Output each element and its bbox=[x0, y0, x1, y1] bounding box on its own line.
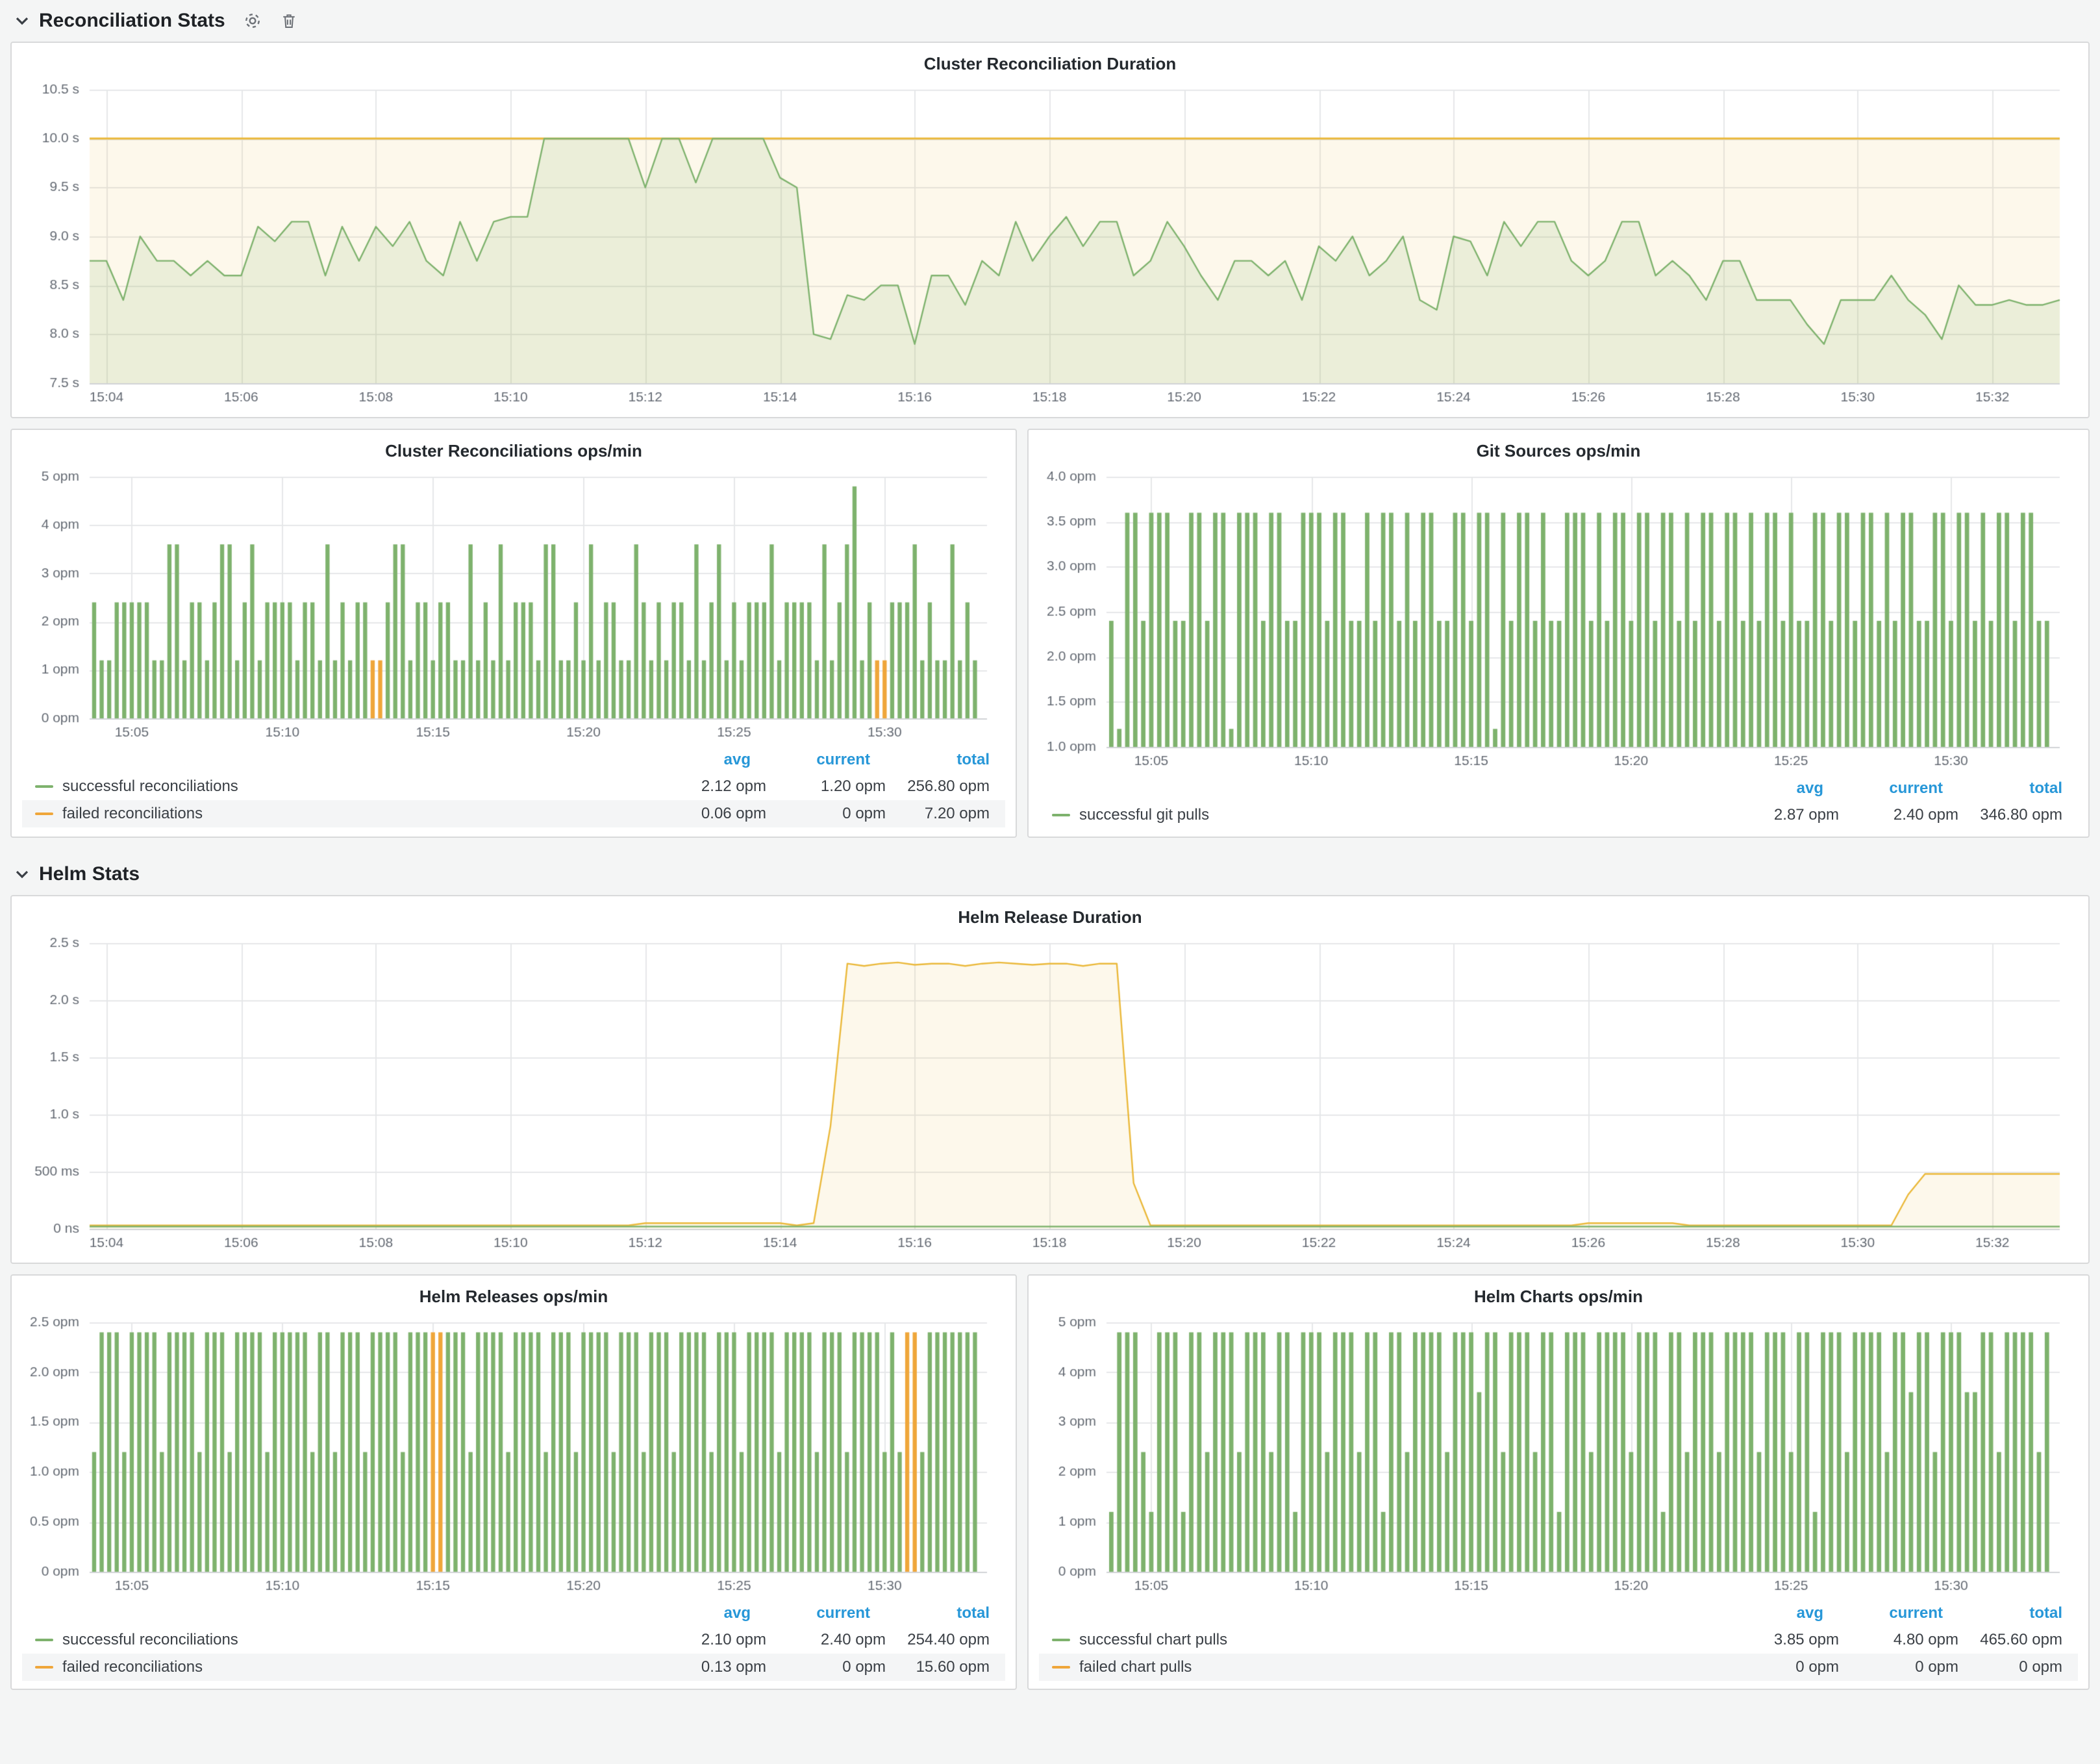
panel-helm-charts-ops: Helm Charts ops/min avg current total su… bbox=[1027, 1274, 2090, 1690]
panel-helm-release-duration: Helm Release Duration bbox=[10, 895, 2090, 1264]
series-color-icon bbox=[1052, 814, 1070, 816]
panel-helm-releases-ops: Helm Releases ops/min avg current total … bbox=[10, 1274, 1017, 1690]
legend-col-total[interactable]: total bbox=[870, 1604, 1005, 1622]
series-name[interactable]: successful git pulls bbox=[1079, 806, 1719, 824]
legend-row-failed-chart-pulls: failed chart pulls 0 opm 0 opm 0 opm bbox=[1039, 1654, 2078, 1681]
legend-col-current[interactable]: current bbox=[751, 751, 870, 769]
series-avg: 3.85 opm bbox=[1719, 1631, 1839, 1649]
legend-header: avg current total bbox=[1039, 775, 2078, 801]
legend-header: avg current total bbox=[22, 1600, 1005, 1626]
section-helm-stats[interactable]: Helm Stats bbox=[0, 853, 2100, 895]
panel-title-helm-charts-ops[interactable]: Helm Charts ops/min bbox=[1039, 1281, 2078, 1312]
legend-col-total[interactable]: total bbox=[1943, 1604, 2078, 1622]
series-current: 2.40 opm bbox=[1839, 806, 1958, 824]
chevron-down-icon bbox=[13, 865, 31, 883]
panel-title-helm-releases-ops[interactable]: Helm Releases ops/min bbox=[22, 1281, 1005, 1312]
series-name[interactable]: failed reconciliations bbox=[62, 1658, 647, 1676]
series-total: 346.80 opm bbox=[1958, 806, 2078, 824]
series-avg: 0.06 opm bbox=[647, 805, 766, 823]
helm-release-duration-chart[interactable] bbox=[22, 933, 2078, 1255]
legend-col-avg[interactable]: avg bbox=[631, 1604, 751, 1622]
helm-charts-ops-chart[interactable] bbox=[1039, 1312, 2078, 1598]
legend-row-failed-reconciliations: failed reconciliations 0.06 opm 0 opm 7.… bbox=[22, 800, 1005, 827]
legend-col-avg[interactable]: avg bbox=[631, 751, 751, 769]
series-avg: 0 opm bbox=[1719, 1658, 1839, 1676]
helm-releases-ops-chart[interactable] bbox=[22, 1312, 1005, 1598]
series-current: 0 opm bbox=[766, 805, 886, 823]
cluster-reconciliation-duration-chart[interactable] bbox=[22, 79, 2078, 409]
panel-title-git-sources-ops[interactable]: Git Sources ops/min bbox=[1039, 435, 2078, 466]
series-color-icon bbox=[1052, 1639, 1070, 1641]
trash-icon[interactable] bbox=[275, 6, 303, 35]
git-sources-ops-chart[interactable] bbox=[1039, 466, 2078, 773]
legend-col-current[interactable]: current bbox=[1823, 1604, 1943, 1622]
series-current: 0 opm bbox=[766, 1658, 886, 1676]
series-color-icon bbox=[35, 1639, 53, 1641]
series-avg: 2.12 opm bbox=[647, 777, 766, 796]
legend-col-current[interactable]: current bbox=[1823, 779, 1943, 798]
series-color-icon bbox=[35, 785, 53, 788]
legend-col-total[interactable]: total bbox=[1943, 779, 2078, 798]
legend-git-sources: avg current total successful git pulls 2… bbox=[1039, 775, 2078, 829]
legend-row-successful-reconciliations: successful reconciliations 2.12 opm 1.20… bbox=[22, 773, 1005, 800]
series-name[interactable]: failed reconciliations bbox=[62, 805, 647, 823]
series-name[interactable]: successful reconciliations bbox=[62, 777, 647, 796]
series-total: 465.60 opm bbox=[1958, 1631, 2078, 1649]
series-name[interactable]: failed chart pulls bbox=[1079, 1658, 1719, 1676]
section-reconciliation-stats[interactable]: Reconciliation Stats bbox=[0, 0, 2100, 42]
series-color-icon bbox=[1052, 1666, 1070, 1669]
legend-cluster-reconciliations: avg current total successful reconciliat… bbox=[22, 747, 1005, 827]
panel-title-cluster-reconciliations-ops[interactable]: Cluster Reconciliations ops/min bbox=[22, 435, 1005, 466]
series-total: 254.40 opm bbox=[886, 1631, 1005, 1649]
panel-title-cluster-reconciliation-duration[interactable]: Cluster Reconciliation Duration bbox=[22, 48, 2078, 79]
series-avg: 0.13 opm bbox=[647, 1658, 766, 1676]
section-title: Reconciliation Stats bbox=[39, 10, 225, 32]
series-total: 0 opm bbox=[1958, 1658, 2078, 1676]
series-name[interactable]: successful chart pulls bbox=[1079, 1631, 1719, 1649]
legend-helm-charts: avg current total successful chart pulls… bbox=[1039, 1600, 2078, 1681]
series-total: 7.20 opm bbox=[886, 805, 1005, 823]
legend-header: avg current total bbox=[1039, 1600, 2078, 1626]
panel-title-helm-release-duration[interactable]: Helm Release Duration bbox=[22, 901, 2078, 933]
legend-col-avg[interactable]: avg bbox=[1704, 779, 1823, 798]
series-total: 15.60 opm bbox=[886, 1658, 1005, 1676]
legend-row-successful-git-pulls: successful git pulls 2.87 opm 2.40 opm 3… bbox=[1039, 801, 2078, 829]
legend-helm-releases: avg current total successful reconciliat… bbox=[22, 1600, 1005, 1681]
legend-col-current[interactable]: current bbox=[751, 1604, 870, 1622]
series-name[interactable]: successful reconciliations bbox=[62, 1631, 647, 1649]
legend-row-successful-chart-pulls: successful chart pulls 3.85 opm 4.80 opm… bbox=[1039, 1626, 2078, 1654]
series-current: 1.20 opm bbox=[766, 777, 886, 796]
series-color-icon bbox=[35, 1666, 53, 1669]
series-total: 256.80 opm bbox=[886, 777, 1005, 796]
series-current: 2.40 opm bbox=[766, 1631, 886, 1649]
legend-row-failed-reconciliations: failed reconciliations 0.13 opm 0 opm 15… bbox=[22, 1654, 1005, 1681]
section-title: Helm Stats bbox=[39, 863, 140, 885]
dashboard: Reconciliation Stats Cluster Reconciliat… bbox=[0, 0, 2100, 1764]
panel-git-sources-ops: Git Sources ops/min avg current total su… bbox=[1027, 429, 2090, 838]
chevron-down-icon bbox=[13, 12, 31, 30]
series-current: 0 opm bbox=[1839, 1658, 1958, 1676]
series-avg: 2.87 opm bbox=[1719, 806, 1839, 824]
legend-col-avg[interactable]: avg bbox=[1704, 1604, 1823, 1622]
panel-cluster-reconciliation-duration: Cluster Reconciliation Duration bbox=[10, 42, 2090, 418]
legend-col-total[interactable]: total bbox=[870, 751, 1005, 769]
panel-cluster-reconciliations-ops: Cluster Reconciliations ops/min avg curr… bbox=[10, 429, 1017, 838]
series-current: 4.80 opm bbox=[1839, 1631, 1958, 1649]
cluster-reconciliations-ops-chart[interactable] bbox=[22, 466, 1005, 744]
series-color-icon bbox=[35, 813, 53, 815]
legend-row-successful-reconciliations: successful reconciliations 2.10 opm 2.40… bbox=[22, 1626, 1005, 1654]
series-avg: 2.10 opm bbox=[647, 1631, 766, 1649]
legend-header: avg current total bbox=[22, 747, 1005, 773]
gear-icon[interactable] bbox=[238, 6, 267, 35]
